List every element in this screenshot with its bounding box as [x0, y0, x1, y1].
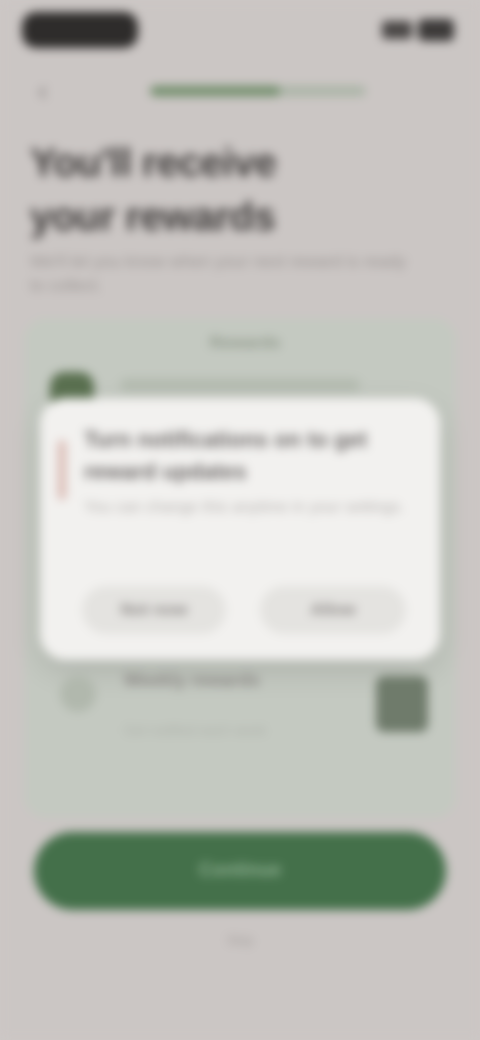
list-item-subtitle: Get notified each week	[124, 722, 267, 738]
rewards-card-line: Earn points with every purchase	[120, 378, 360, 392]
dialog-body: You can change this anytime in your sett…	[84, 499, 405, 516]
nav-row: ‹	[0, 72, 480, 112]
onboarding-progress-bar	[150, 86, 366, 96]
rewards-card-line-text: Earn points with every purchase	[120, 378, 291, 392]
page-subtitle: We'll let you know when your next reward…	[30, 252, 407, 295]
continue-button[interactable]: Continue	[34, 832, 446, 910]
progress-fill	[150, 86, 280, 96]
status-bar: 12:45	[0, 0, 480, 64]
dialog-accent-bar	[58, 440, 66, 500]
dialog-title: Turn notifications on to get reward upda…	[84, 427, 368, 484]
rewards-card-label: Rewards	[209, 333, 281, 352]
status-icons	[358, 18, 454, 42]
back-arrow-icon[interactable]: ‹	[38, 76, 68, 106]
skip-link[interactable]: Skip	[206, 930, 274, 950]
list-item-title: Weekly rewards	[124, 670, 260, 690]
dialog-allow-button[interactable]: Allow	[260, 586, 406, 634]
signal-icon	[382, 21, 412, 39]
list-item-thumbnail	[376, 676, 428, 732]
bell-icon	[60, 676, 96, 712]
status-time: 12:45	[22, 12, 138, 48]
dialog-cancel-button[interactable]: Not now	[82, 586, 226, 634]
app-screen: 12:45 ‹ You'll receive your rewards We'l…	[0, 0, 480, 1040]
battery-icon	[418, 19, 454, 41]
page-title: You'll receive your rewards	[30, 141, 277, 239]
